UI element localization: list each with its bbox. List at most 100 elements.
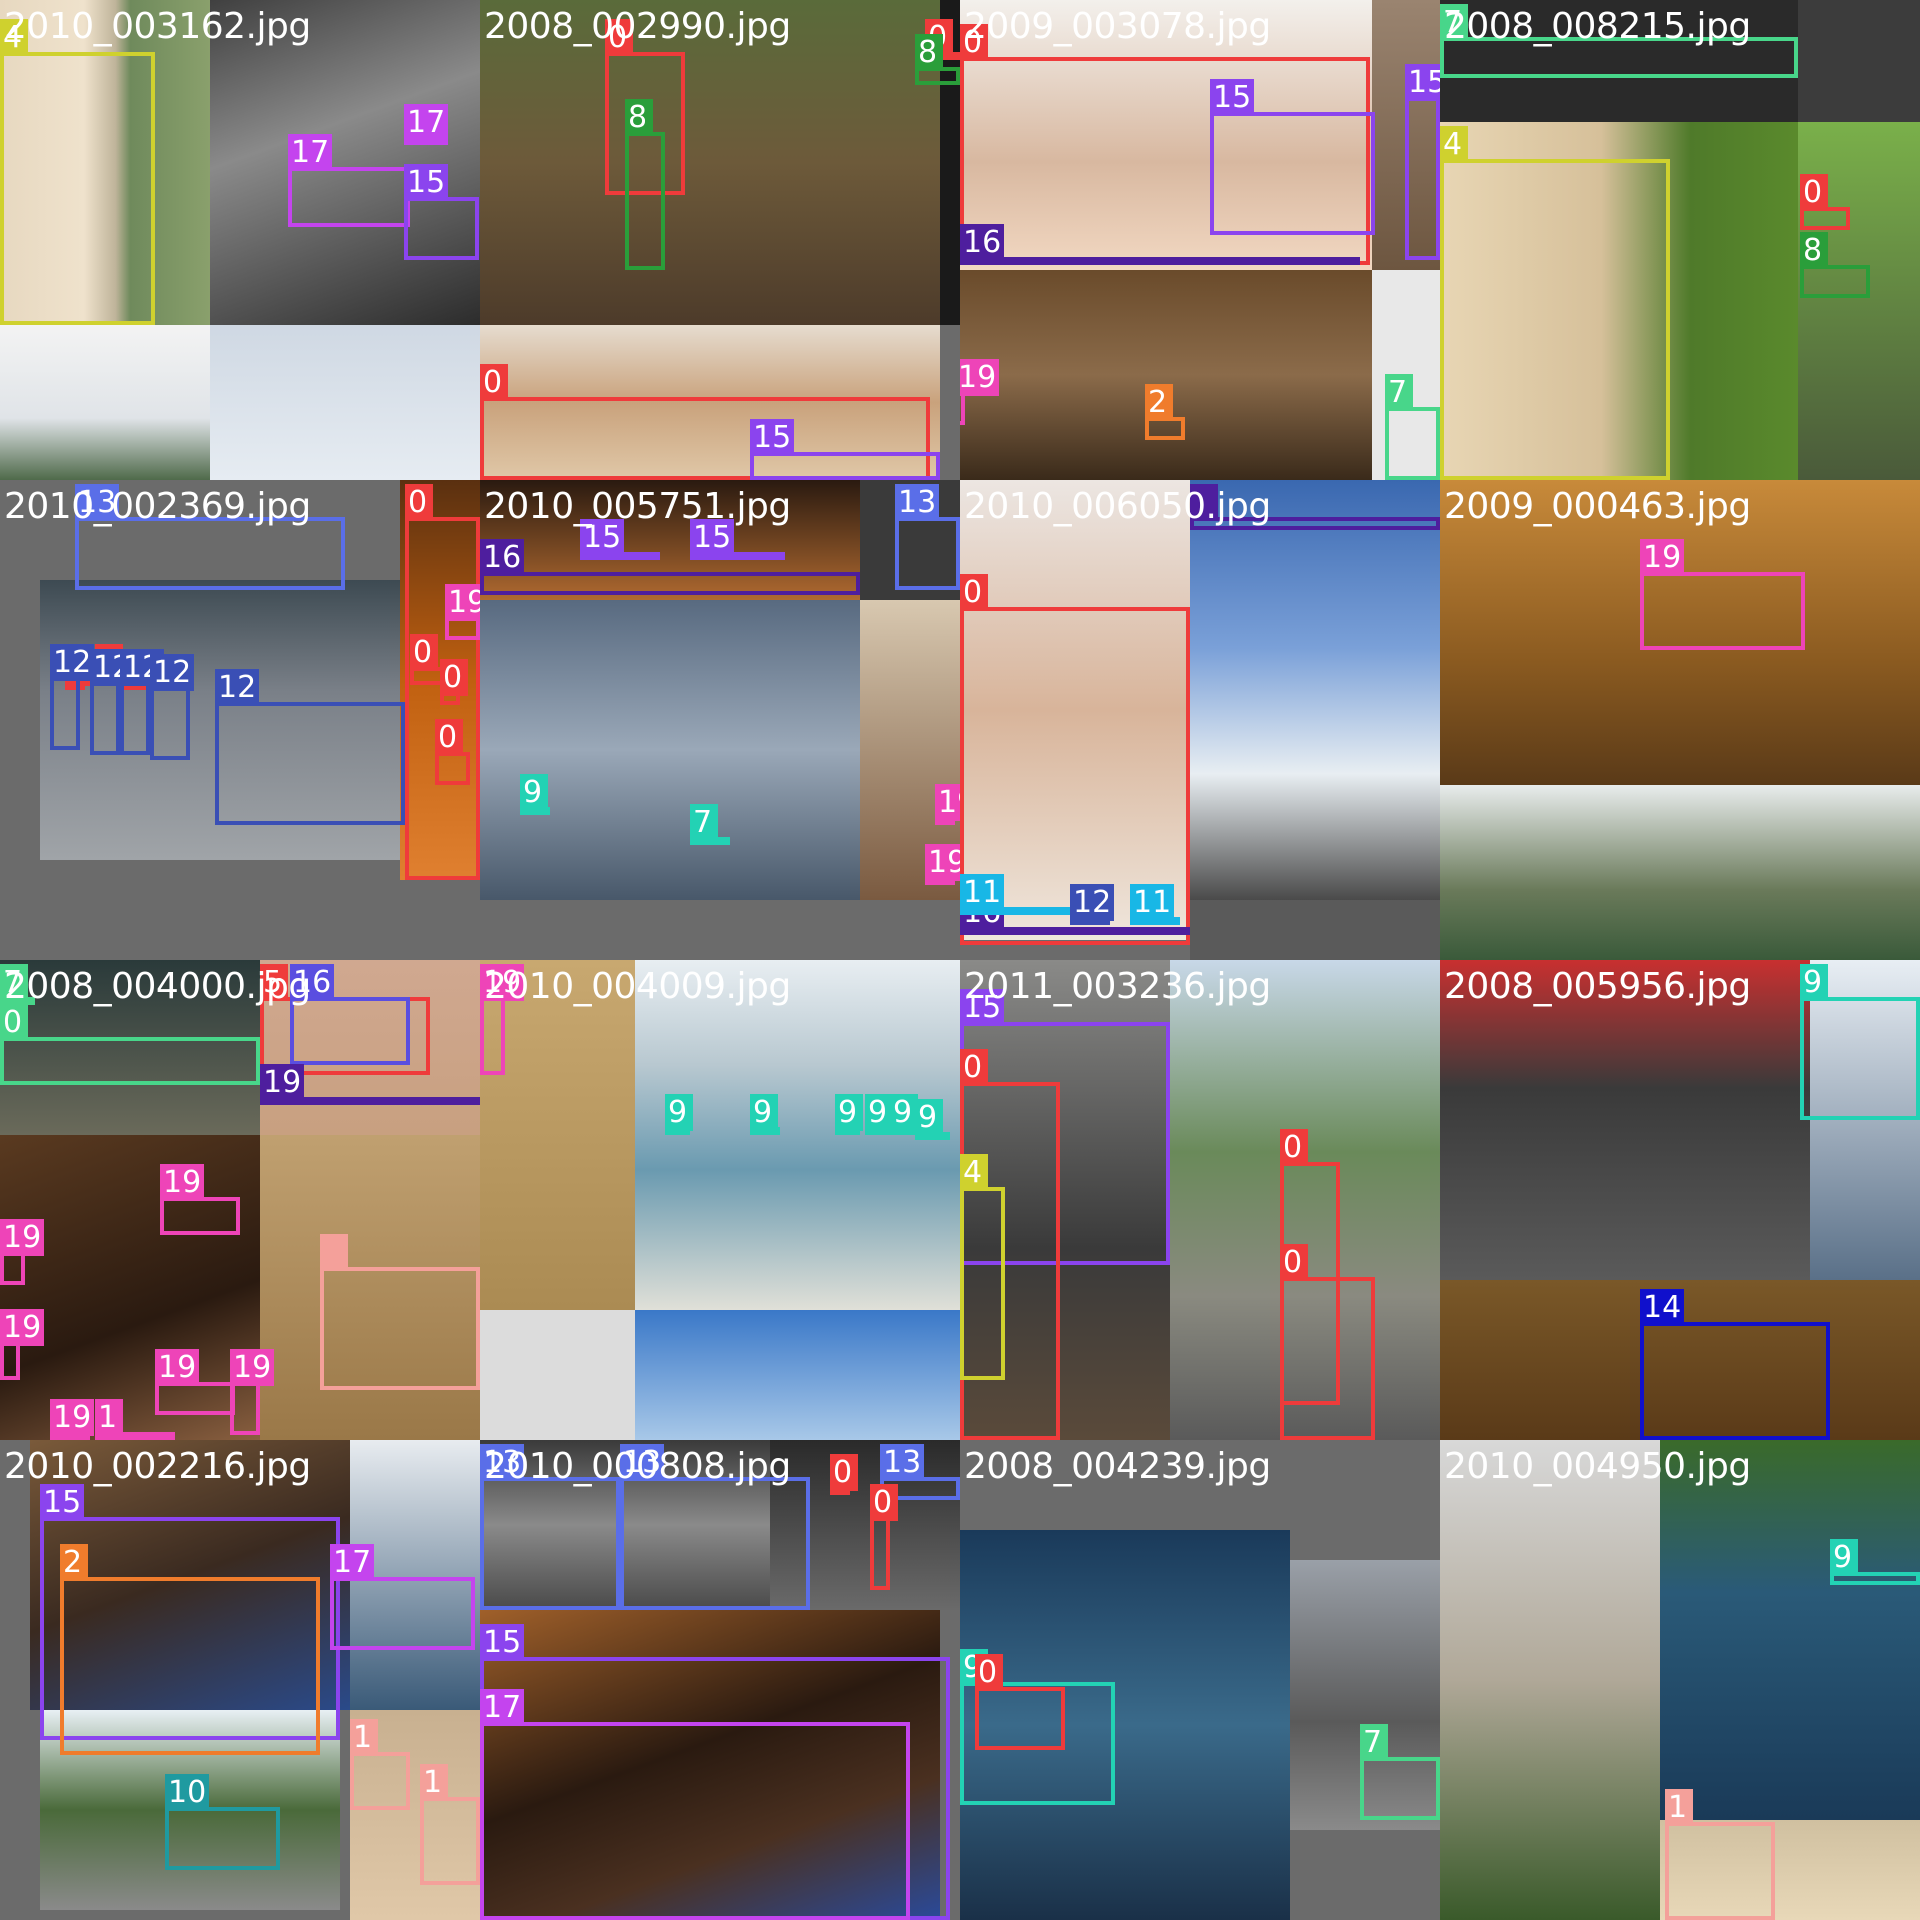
- bounding-box: 8: [915, 34, 960, 85]
- bounding-box: 12: [120, 649, 165, 755]
- bounding-box: 16: [480, 539, 860, 595]
- bounding-box: 0: [830, 1454, 858, 1495]
- photo-region: [480, 0, 940, 325]
- bounding-box: 19: [160, 1164, 240, 1235]
- tile-filename: 2008_008215.jpg: [1444, 6, 1751, 47]
- bounding-box: 13: [895, 484, 960, 590]
- class-label: 2: [60, 1544, 88, 1581]
- bounding-box: 19: [960, 359, 1000, 425]
- bounding-box: 15: [580, 519, 660, 560]
- bounding-box: 11: [960, 874, 1085, 915]
- class-label: 7: [690, 804, 718, 841]
- mosaic-grid: 41717151302010_003162.jpg08080152008_002…: [0, 0, 1920, 1920]
- bounding-box: 16: [960, 224, 1360, 265]
- class-label: 14: [1640, 1289, 1685, 1326]
- tile-filename: 2010_004009.jpg: [484, 966, 791, 1007]
- photo-region: [1440, 785, 1920, 960]
- mosaic-tile: 16 15 15 13 9 7 19 19 2010_005751.jpg: [480, 480, 960, 960]
- bounding-box: 12: [90, 649, 135, 755]
- bounding-box: 13: [480, 1444, 620, 1610]
- photo-region: [210, 0, 480, 325]
- bounding-box: 9: [1800, 964, 1920, 1120]
- class-label: 11: [1130, 884, 1175, 921]
- bounding-box: 0: [1280, 1244, 1375, 1440]
- bounding-box: 2: [1145, 384, 1185, 440]
- mosaic-tile: 15 2 17 10 1 1 2010_002216.jpg: [0, 1440, 480, 1920]
- bounding-box: 0: [1800, 174, 1850, 230]
- mosaic-tile: 08080152008_002990.jpg: [480, 0, 960, 480]
- class-label: 15: [480, 1624, 525, 1661]
- class-label: 9: [1830, 1539, 1858, 1576]
- bounding-box: 9: [865, 1094, 893, 1135]
- bounding-box: 13: [620, 1444, 810, 1610]
- class-label: 0: [1800, 174, 1828, 211]
- photo-region: [480, 600, 860, 900]
- class-label: 19: [925, 844, 960, 881]
- bounding-box: [320, 1234, 480, 1390]
- bounding-box: 4: [960, 1154, 1005, 1380]
- bounding-box: 17: [404, 104, 449, 145]
- class-label: 7: [1360, 1724, 1388, 1761]
- tile-filename: 2008_004239.jpg: [964, 1446, 1271, 1487]
- bounding-box: 15: [404, 164, 479, 260]
- class-label: 9: [865, 1094, 893, 1131]
- class-label: 0: [0, 1004, 28, 1041]
- class-label: 19: [935, 784, 960, 821]
- class-label: 10: [165, 1774, 210, 1811]
- bounding-box: 17: [480, 1689, 910, 1920]
- class-label: 19: [1640, 539, 1685, 576]
- tile-filename: 2010_002369.jpg: [4, 486, 311, 527]
- class-label: 15: [1405, 64, 1440, 101]
- class-label: 15: [750, 419, 795, 456]
- photo-region: [1190, 900, 1440, 960]
- bounding-box: 15: [750, 419, 940, 480]
- class-label: 4: [960, 1154, 988, 1191]
- bounding-box: 10: [165, 1774, 280, 1870]
- mosaic-tile: 9 1 2010_004950.jpg: [1440, 1440, 1920, 1920]
- bounding-box: 12: [215, 669, 405, 825]
- photo-region: [1440, 960, 1810, 1280]
- bounding-box: 0: [435, 719, 470, 785]
- bounding-box: 16: [960, 894, 1190, 935]
- class-label: 19: [960, 359, 1000, 396]
- class-label: 0: [975, 1654, 1003, 1691]
- class-label: 12: [50, 644, 95, 681]
- tile-filename: 2010_006050.jpg: [964, 486, 1271, 527]
- tile-filename: 2011_003236.jpg: [964, 966, 1271, 1007]
- photo-region: [210, 325, 480, 480]
- bounding-box: 0: [870, 1484, 898, 1590]
- bounding-box: 7: [1360, 1724, 1440, 1820]
- class-label: 19: [0, 1309, 45, 1346]
- class-label: 1: [1665, 1789, 1693, 1826]
- bounding-box: 19: [50, 1399, 95, 1440]
- class-label: [320, 1234, 348, 1271]
- tile-filename: 2010_004950.jpg: [1444, 1446, 1751, 1487]
- mosaic-tile: 13 13 13 0 0 15 17 2010_000808.jpg: [480, 1440, 960, 1920]
- bounding-box: 1: [1665, 1789, 1775, 1920]
- class-label: 12: [1070, 884, 1115, 921]
- class-label: 4: [1440, 126, 1468, 163]
- tile-filename: 2010_000808.jpg: [484, 1446, 791, 1487]
- mosaic-tile: 7 4 0 8 2008_008215.jpg: [1440, 0, 1920, 480]
- mosaic-tile: 15 0 4 0 0 2011_003236.jpg: [960, 960, 1440, 1440]
- class-label: 17: [404, 104, 449, 141]
- mosaic-tile: 9 0 7 2008_004239.jpg: [960, 1440, 1440, 1920]
- bounding-box: 19: [445, 584, 480, 640]
- class-label: 19: [0, 1219, 45, 1256]
- photo-region: [480, 1310, 635, 1440]
- bounding-box: 1: [420, 1764, 480, 1885]
- bounding-box: 15: [690, 519, 785, 560]
- bounding-box: 9: [520, 774, 550, 815]
- class-label: 0: [440, 659, 468, 696]
- bounding-box: 9: [890, 1094, 918, 1135]
- bounding-box: 15: [1210, 79, 1375, 235]
- mosaic-tile: 0 16 11 12 11 2010_006050.jpg: [960, 480, 1440, 960]
- class-label: 19: [50, 1399, 95, 1436]
- class-label: 8: [1800, 232, 1828, 269]
- class-label: 0: [405, 484, 433, 521]
- photo-region: [1660, 1440, 1920, 1820]
- class-label: 9: [520, 774, 548, 811]
- class-label: 15: [40, 1484, 85, 1521]
- bounding-box: 0: [440, 659, 468, 705]
- bounding-box: 8: [1800, 232, 1870, 298]
